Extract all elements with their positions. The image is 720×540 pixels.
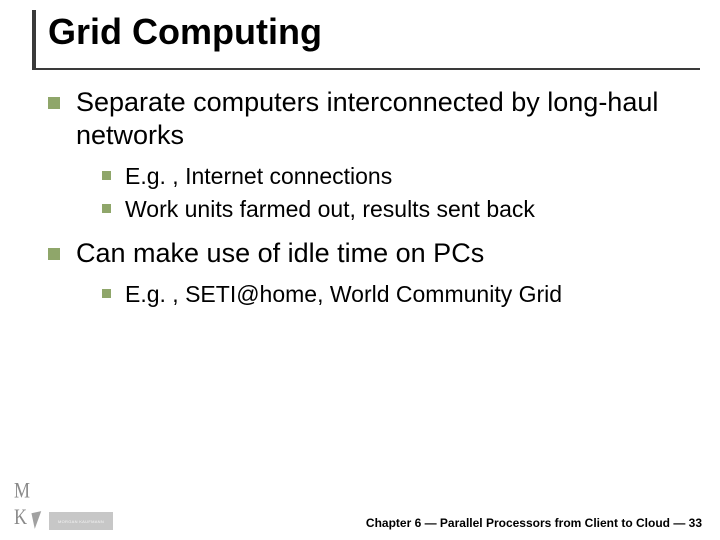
- list-item: Can make use of idle time on PCs E.g. , …: [48, 237, 690, 309]
- list-item: Separate computers interconnected by lon…: [48, 86, 690, 223]
- list-item: E.g. , Internet connections: [102, 162, 690, 191]
- bullet-icon: [102, 289, 111, 298]
- slide-footer: Chapter 6 — Parallel Processors from Cli…: [366, 516, 702, 530]
- bullet-icon: [48, 97, 60, 109]
- wedge-icon: [31, 511, 44, 529]
- bullet-icon: [102, 204, 111, 213]
- slide-title: Grid Computing: [48, 10, 700, 50]
- list-item: E.g. , SETI@home, World Community Grid: [102, 280, 690, 309]
- slide-body: Separate computers interconnected by lon…: [48, 86, 690, 323]
- title-area: Grid Computing: [32, 10, 700, 50]
- publisher-name: MORGAN KAUFMANN: [58, 519, 104, 524]
- publisher-box: MORGAN KAUFMANN: [49, 512, 113, 530]
- list-item-text: Can make use of idle time on PCs: [76, 237, 484, 270]
- list-item-text: Separate computers interconnected by lon…: [76, 86, 690, 152]
- list-item-text: Work units farmed out, results sent back: [125, 195, 535, 224]
- bullet-list: Separate computers interconnected by lon…: [48, 86, 690, 309]
- bullet-icon: [102, 171, 111, 180]
- title-rule-horizontal: [32, 68, 700, 70]
- list-item-text: E.g. , SETI@home, World Community Grid: [125, 280, 562, 309]
- sub-bullet-list: E.g. , SETI@home, World Community Grid: [102, 280, 690, 309]
- bullet-icon: [48, 248, 60, 260]
- slide: Grid Computing Separate computers interc…: [0, 0, 720, 540]
- mk-monogram: MK: [14, 478, 27, 531]
- title-rule-vertical: [32, 10, 36, 68]
- list-item-text: E.g. , Internet connections: [125, 162, 392, 191]
- list-item: Work units farmed out, results sent back: [102, 195, 690, 224]
- publisher-logo: MK MORGAN KAUFMANN: [14, 488, 113, 530]
- sub-bullet-list: E.g. , Internet connections Work units f…: [102, 162, 690, 224]
